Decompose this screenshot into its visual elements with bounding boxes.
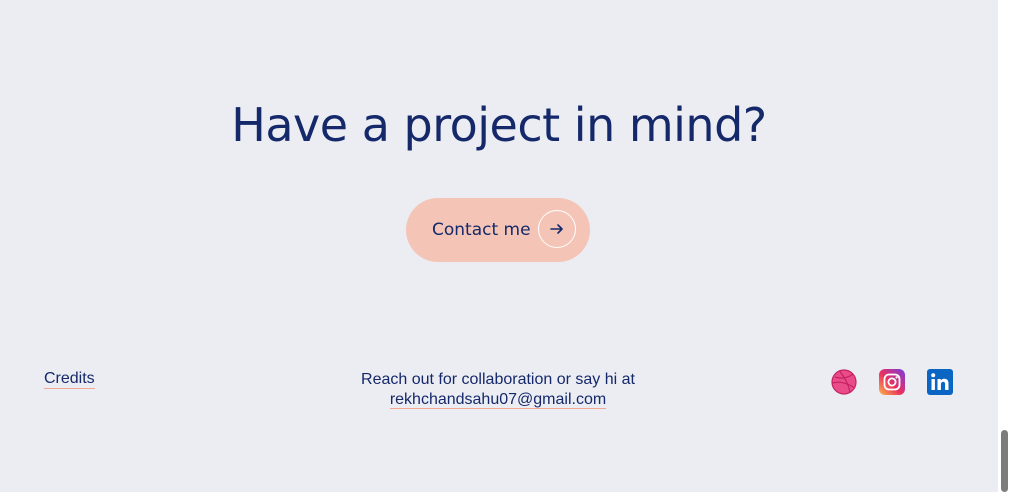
linkedin-icon[interactable] xyxy=(927,369,953,395)
contact-me-label: Contact me xyxy=(432,220,531,240)
dribbble-icon[interactable] xyxy=(831,369,857,395)
page: Have a project in mind? Contact me Credi… xyxy=(0,0,1010,492)
scrollbar-thumb[interactable] xyxy=(1001,430,1008,492)
reach-out-text: Reach out for collaboration or say hi at xyxy=(361,371,635,388)
email-link[interactable]: rekhchandsahu07@gmail.com xyxy=(389,391,607,409)
credits-link[interactable]: Credits xyxy=(44,370,95,389)
contact-info: Reach out for collaboration or say hi at… xyxy=(298,370,698,410)
instagram-icon[interactable] xyxy=(879,369,905,395)
contact-me-button[interactable]: Contact me xyxy=(406,198,590,262)
arrow-right-icon xyxy=(538,210,576,248)
page-title: Have a project in mind? xyxy=(231,98,767,152)
